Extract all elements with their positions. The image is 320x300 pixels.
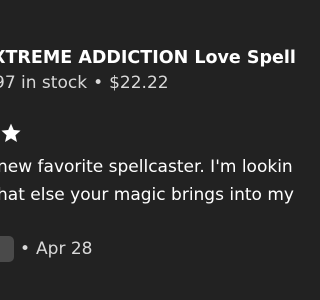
- review-text-line: hat else your magic brings into my: [0, 185, 294, 205]
- listing-meta: 97 in stock • $22.22: [0, 72, 169, 94]
- review-date: Apr 28: [36, 239, 93, 259]
- meta-separator: •: [93, 73, 104, 93]
- avatar[interactable]: [0, 236, 14, 262]
- review-card: XTREME ADDICTION Love Spell + Re 97 in s…: [0, 0, 300, 300]
- review-rating: [0, 120, 22, 146]
- stock-count: 97 in stock: [0, 73, 88, 93]
- star-icon: [1, 123, 21, 142]
- listing-price: $22.22: [109, 73, 169, 93]
- reviewer-row: • Apr 28: [0, 235, 92, 263]
- listing-title[interactable]: XTREME ADDICTION Love Spell + Re: [0, 47, 300, 69]
- reviewer-separator: •: [20, 239, 31, 259]
- review-text: new favorite spellcaster. I'm lookin hat…: [0, 153, 300, 209]
- review-text-line: new favorite spellcaster. I'm lookin: [0, 157, 293, 177]
